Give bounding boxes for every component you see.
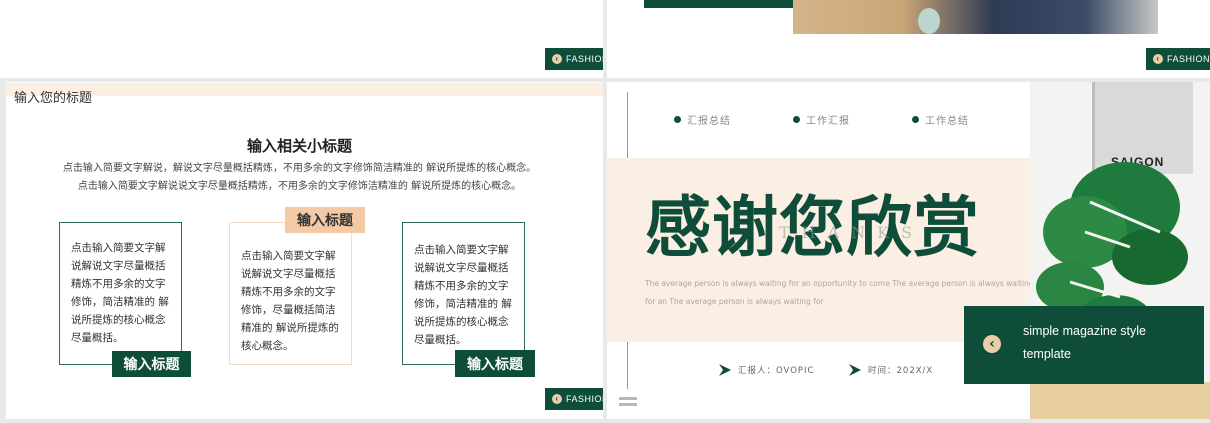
arrow-right-icon (719, 364, 731, 376)
time-label: 时间：202X/X (868, 366, 934, 376)
text-card-1: 点击输入简要文字解说解说文字尽量概括精炼不用多余的文字修饰，简洁精准的 解说所提… (59, 222, 182, 365)
description-line-1: 点击输入简要文字解说，解说文字尽量概括精炼，不用多余的文字修饰简洁精准的 解说所… (62, 163, 537, 174)
reporter-label: 汇报人：OVOPIC (738, 366, 815, 376)
nav-item-2[interactable]: 工作汇报 (793, 112, 850, 127)
slide-top-left[interactable]: ‹ FASHION (0, 0, 603, 78)
card-2-tag[interactable]: 输入标题 (285, 207, 365, 233)
nav-item-1-label: 汇报总结 (687, 116, 731, 127)
card-1-text: 点击输入简要文字解说解说文字尽量概括精炼不用多余的文字修饰，简洁精准的 解说所提… (71, 242, 169, 344)
nav-item-2-label: 工作汇报 (806, 116, 850, 127)
arrow-right-icon (849, 364, 861, 376)
office-photo (793, 0, 1158, 34)
card-2-text: 点击输入简要文字解说解说文字尽量概括精炼不用多余的文字修饰，尽量概括简洁精准的 … (241, 250, 339, 352)
nav-item-1[interactable]: 汇报总结 (674, 112, 731, 127)
card-1-tag[interactable]: 输入标题 (112, 351, 191, 377)
menu-icon[interactable] (619, 397, 637, 407)
nav-item-3-label: 工作总结 (925, 116, 969, 127)
chevron-left-icon: ‹ (552, 394, 562, 404)
subtitle: 输入相关小标题 (246, 137, 352, 155)
text-card-3: 点击输入简要文字解说解说文字尽量概括精炼不用多余的文字修饰，简洁精准的 解说所提… (402, 222, 525, 365)
fashion-badge: ‹ FASHION (545, 388, 603, 410)
tagline-line-2: template (1023, 347, 1071, 361)
slide-thanks[interactable]: 汇报总结 工作汇报 工作总结 感谢您欣赏 THANKS The average … (607, 82, 1210, 419)
dot-icon (793, 116, 800, 123)
slide-top-right[interactable]: ‹ FASHION (607, 0, 1210, 78)
header-band (6, 83, 603, 96)
fashion-badge-label: FASHION (566, 394, 603, 404)
dot-icon (912, 116, 919, 123)
nav-item-3[interactable]: 工作总结 (912, 112, 969, 127)
tagline-line-1: simple magazine style (1023, 324, 1146, 338)
fashion-badge: ‹ FASHION (545, 48, 603, 70)
body-line-1: The average person is always waiting for… (645, 279, 1034, 288)
text-card-2: 点击输入简要文字解说解说文字尽量概括精炼不用多余的文字修饰，尽量概括简洁精准的 … (229, 222, 352, 365)
body-line-2: for an The average person is always wait… (645, 297, 824, 306)
dot-icon (674, 116, 681, 123)
fashion-badge-label: FASHION (566, 54, 603, 64)
slide-content[interactable]: 输入您的标题 输入相关小标题 点击输入简要文字解说，解说文字尽量概括精炼，不用多… (6, 82, 603, 419)
thanks-watermark: THANKS (779, 223, 925, 242)
card-3-tag[interactable]: 输入标题 (455, 350, 535, 377)
chevron-left-icon: ‹ (1153, 54, 1163, 64)
chevron-left-icon[interactable]: ‹ (983, 335, 1001, 353)
card-3-text: 点击输入简要文字解说解说文字尽量概括精炼不用多余的文字修饰，简洁精准的 解说所提… (414, 244, 512, 346)
vase-shape (918, 8, 940, 34)
chevron-left-icon: ‹ (552, 54, 562, 64)
time-info: 时间：202X/X (849, 364, 933, 376)
fashion-badge-label: FASHION (1167, 54, 1210, 64)
slide-header-title: 输入您的标题 (14, 91, 93, 106)
fashion-badge: ‹ FASHION (1146, 48, 1210, 70)
reporter-info: 汇报人：OVOPIC (719, 364, 814, 376)
tagline-card[interactable]: ‹ simple magazine style template (964, 306, 1204, 384)
description-line-2: 点击输入简要文字解说说文字尽量概括精炼，不用多余的文字修饰洁精准的 解说所提炼的… (77, 181, 522, 192)
